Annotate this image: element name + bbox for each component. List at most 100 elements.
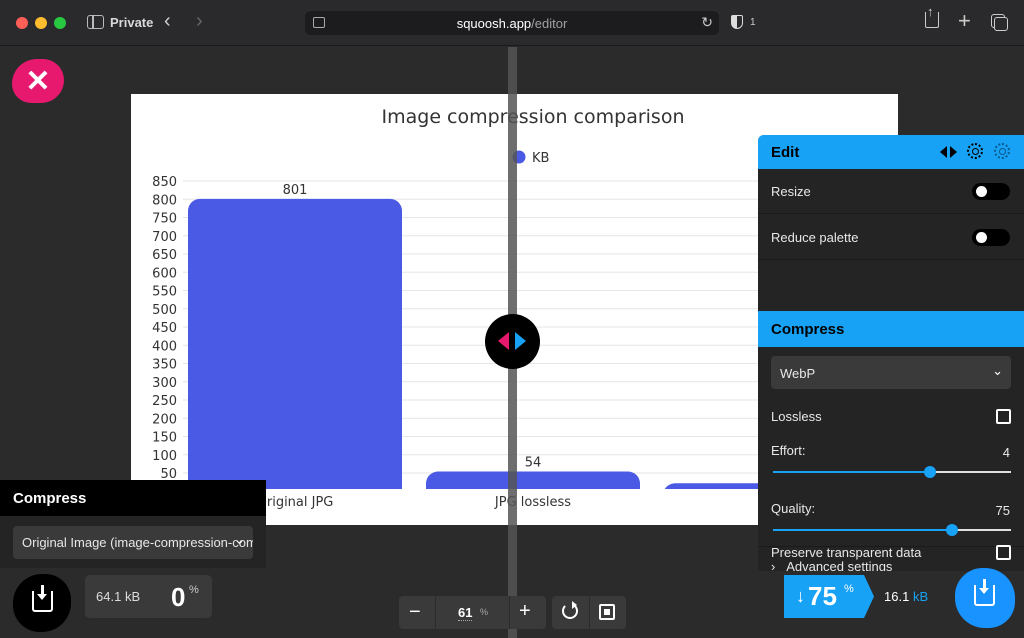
left-panel-header: Compress xyxy=(0,480,266,516)
y-tick-label: 350 xyxy=(152,358,177,373)
effort-slider[interactable] xyxy=(773,466,1011,478)
shield-count: 1 xyxy=(750,17,756,28)
source-select-value: Original Image (image-compression-compar… xyxy=(22,535,253,550)
reduce-palette-row: Reduce palette xyxy=(758,215,1024,260)
zoom-controls: − 61 % + xyxy=(399,596,546,629)
y-tick-label: 600 xyxy=(152,266,177,281)
share-icon[interactable] xyxy=(925,4,939,28)
maximize-window-button[interactable] xyxy=(54,17,66,29)
y-tick-label: 150 xyxy=(152,431,177,446)
split-handle[interactable] xyxy=(485,314,540,369)
y-tick-label: 450 xyxy=(152,321,177,336)
y-tick-label: 550 xyxy=(152,285,177,300)
resize-row: Resize xyxy=(758,169,1024,214)
zoom-value[interactable]: 61 xyxy=(458,605,473,621)
savings-percent-sign: % xyxy=(844,583,854,595)
effort-slider-knob[interactable] xyxy=(924,466,937,478)
y-tick-label: 650 xyxy=(152,248,177,263)
right-settings-panel: Edit Resize Reduce palette Compress WebP… xyxy=(758,135,1024,571)
shield-icon[interactable] xyxy=(731,15,743,29)
zoom-unit: % xyxy=(480,607,489,617)
preserve-transparent-checkbox[interactable] xyxy=(996,545,1011,560)
chevron-down-icon: ⌄ xyxy=(234,532,245,547)
new-tab-icon[interactable]: + xyxy=(958,8,971,34)
effort-slider-fill xyxy=(773,471,931,473)
compressed-size-value: 16.1 xyxy=(884,589,910,604)
download-icon xyxy=(974,579,995,606)
reduce-palette-label: Reduce palette xyxy=(771,230,859,245)
quality-slider-knob[interactable] xyxy=(945,524,958,536)
download-original-button[interactable] xyxy=(13,574,71,632)
y-tick-label: 200 xyxy=(152,412,177,427)
compressed-size-unit: kB xyxy=(912,589,929,604)
x-tick-label: Original JPG xyxy=(257,495,334,510)
source-select[interactable]: Original Image (image-compression-compar… xyxy=(13,526,253,559)
original-size: 64.1 kB xyxy=(96,589,140,604)
original-percent: 0 xyxy=(171,582,186,612)
resize-toggle[interactable] xyxy=(972,183,1010,200)
original-size-unit: kB xyxy=(124,589,141,604)
url-text: squoosh.app/editor xyxy=(305,16,719,31)
reload-icon[interactable]: ↻ xyxy=(701,14,713,31)
sidebar-icon[interactable] xyxy=(87,15,104,29)
forward-icon[interactable]: › xyxy=(196,10,203,33)
back-icon[interactable]: ‹ xyxy=(164,10,171,33)
chevron-right-icon: › xyxy=(771,559,776,571)
codec-value: WebP xyxy=(780,366,816,381)
chevron-down-icon: ⌄ xyxy=(992,363,1003,378)
compress-header: Compress xyxy=(758,311,1024,347)
quality-slider[interactable] xyxy=(773,524,1011,536)
view-tools xyxy=(552,596,626,629)
data-label: 801 xyxy=(283,183,308,198)
edit-header: Edit xyxy=(758,135,1024,169)
copy-settings-icon[interactable] xyxy=(967,143,983,159)
address-bar[interactable]: squoosh.app/editor ↻ xyxy=(305,11,719,35)
background-toggle-icon[interactable] xyxy=(599,604,615,620)
swap-sides-icon[interactable] xyxy=(940,146,958,158)
download-compressed-button[interactable] xyxy=(955,568,1015,628)
close-window-button[interactable] xyxy=(16,17,28,29)
zoom-out-button[interactable]: − xyxy=(409,601,421,624)
codec-select[interactable]: WebP ⌄ xyxy=(771,356,1011,389)
y-tick-label: 750 xyxy=(152,212,177,227)
y-tick-label: 400 xyxy=(152,339,177,354)
bar xyxy=(188,198,402,501)
advanced-settings-toggle[interactable]: › Advanced settings xyxy=(771,559,892,571)
y-tick-label: 800 xyxy=(152,193,177,208)
original-size-value: 64.1 xyxy=(96,589,122,604)
download-icon xyxy=(32,585,53,612)
quality-label: Quality: xyxy=(771,501,816,516)
x-tick-label: JPG lossless xyxy=(494,495,571,510)
arrow-left-icon xyxy=(498,332,509,350)
rotate-icon[interactable] xyxy=(562,601,578,619)
y-tick-label: 250 xyxy=(152,394,177,409)
chart-title: Image compression comparison xyxy=(382,106,685,128)
url-domain: squoosh.app xyxy=(456,16,532,31)
left-compress-panel: Compress Original Image (image-compressi… xyxy=(0,480,266,568)
y-tick-label: 700 xyxy=(152,230,177,245)
resize-label: Resize xyxy=(771,184,811,199)
effort-label: Effort: xyxy=(771,443,806,458)
private-label: Private xyxy=(110,15,154,30)
lossless-checkbox[interactable] xyxy=(996,409,1011,424)
url-path: /editor xyxy=(531,16,568,31)
quality-value: 75 xyxy=(995,503,1010,518)
zoom-in-button[interactable]: + xyxy=(519,600,531,623)
data-label: 54 xyxy=(525,456,542,471)
y-tick-label: 100 xyxy=(152,449,177,464)
close-icon: ✕ xyxy=(25,64,51,98)
minimize-window-button[interactable] xyxy=(35,17,47,29)
tabs-overview-icon[interactable] xyxy=(991,14,1008,31)
advanced-settings-label: Advanced settings xyxy=(786,559,893,571)
reduce-palette-toggle[interactable] xyxy=(972,229,1010,246)
legend-label: KB xyxy=(532,151,549,166)
squoosh-editor: ✕ Image compression comparison KB 50 100 150… xyxy=(0,47,1024,638)
compress-title: Compress xyxy=(771,321,845,338)
effort-value: 4 xyxy=(1002,445,1010,460)
arrow-right-icon xyxy=(515,332,526,350)
paste-settings-icon[interactable] xyxy=(994,143,1010,159)
original-percent-sign: % xyxy=(189,584,199,596)
original-size-badge: 64.1 kB 0 % xyxy=(85,575,212,618)
y-tick-label: 850 xyxy=(152,175,177,190)
close-editor-button[interactable]: ✕ xyxy=(12,59,64,103)
